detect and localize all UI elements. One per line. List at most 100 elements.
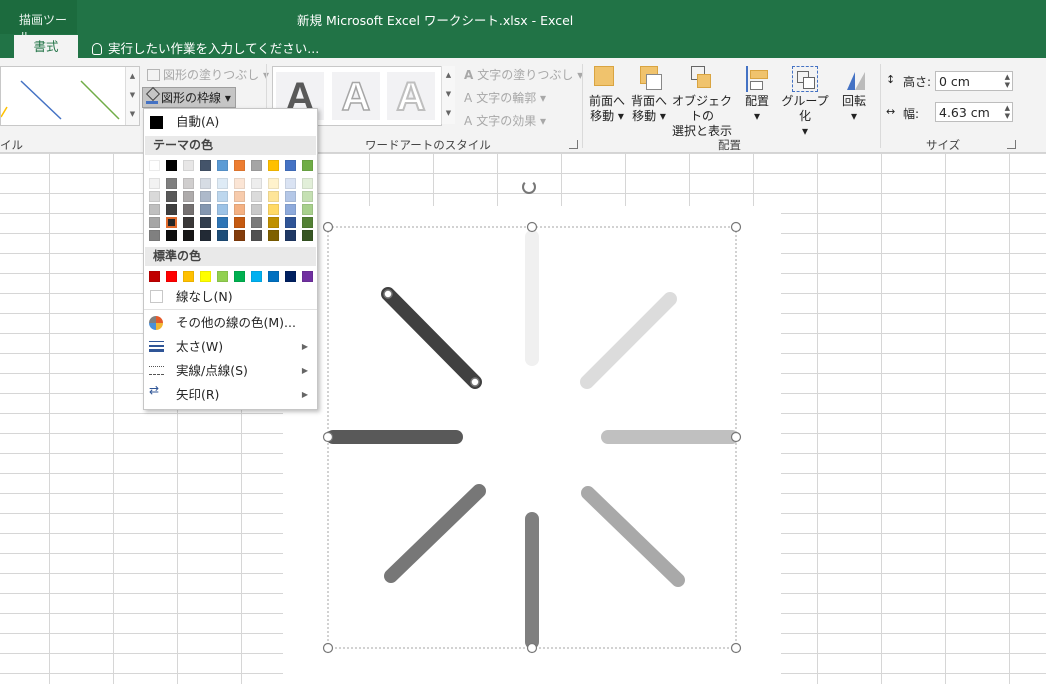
theme-shade-swatch[interactable]	[200, 178, 211, 189]
theme-shade-swatch[interactable]	[268, 191, 279, 202]
width-input[interactable]: 4.63 cm ▲ ▼	[935, 102, 1013, 122]
theme-shade-swatch[interactable]	[302, 230, 313, 241]
theme-shade-swatch[interactable]	[268, 217, 279, 228]
theme-shade-swatch[interactable]	[217, 191, 228, 202]
theme-shade-swatch[interactable]	[166, 204, 177, 215]
rotate-button[interactable]: 回転 ▾	[836, 66, 872, 124]
tab-format[interactable]: 書式	[14, 35, 78, 58]
theme-shade-swatch[interactable]	[217, 230, 228, 241]
theme-shade-swatch[interactable]	[251, 230, 262, 241]
theme-shade-swatch[interactable]	[217, 178, 228, 189]
wordart-gallery-scroll[interactable]: ▲ ▼ ▼	[441, 66, 455, 124]
theme-shade-swatch[interactable]	[183, 191, 194, 202]
theme-shade-swatch[interactable]	[285, 230, 296, 241]
theme-shade-swatch[interactable]	[149, 230, 160, 241]
standard-color-swatch[interactable]	[234, 271, 245, 282]
shape-group-area[interactable]	[283, 206, 781, 684]
spoke-bottom-left[interactable]	[384, 484, 486, 583]
theme-color-swatch[interactable]	[166, 160, 177, 171]
standard-color-swatch[interactable]	[285, 271, 296, 282]
theme-color-swatch[interactable]	[149, 160, 160, 171]
theme-color-swatch[interactable]	[302, 160, 313, 171]
shape-style-gallery[interactable]: ▲ ▼ ▼	[0, 66, 140, 126]
theme-shade-swatch[interactable]	[200, 217, 211, 228]
selection-pane-button[interactable]: オブジェクトの 選択と表示	[670, 66, 734, 139]
text-effects-button[interactable]: A 文字の効果 ▾	[464, 112, 546, 129]
theme-color-swatch[interactable]	[251, 160, 262, 171]
theme-shade-swatch[interactable]	[302, 204, 313, 215]
spoke-top-left[interactable]	[381, 287, 482, 389]
standard-color-swatch[interactable]	[166, 271, 177, 282]
theme-shade-swatch[interactable]	[166, 230, 177, 241]
theme-shade-swatch[interactable]	[234, 217, 245, 228]
size-dialog-launcher[interactable]	[1007, 140, 1016, 149]
theme-shade-swatch[interactable]	[234, 204, 245, 215]
theme-shade-swatch[interactable]	[251, 191, 262, 202]
theme-shade-swatch[interactable]	[234, 178, 245, 189]
theme-shade-swatch[interactable]	[251, 178, 262, 189]
rotate-handle-icon[interactable]	[522, 180, 536, 194]
width-spinner[interactable]: ▲ ▼	[1005, 104, 1010, 120]
theme-shade-swatch[interactable]	[183, 230, 194, 241]
send-backward-button[interactable]: 背面へ 移動 ▾	[630, 66, 668, 124]
theme-shade-swatch[interactable]	[302, 178, 313, 189]
theme-shade-swatch[interactable]	[268, 178, 279, 189]
theme-shade-swatch[interactable]	[200, 204, 211, 215]
theme-shade-swatch[interactable]	[302, 191, 313, 202]
tell-me-search[interactable]: 実行したい作業を入力してください...	[92, 38, 319, 57]
theme-shade-swatch[interactable]	[285, 178, 296, 189]
spoke-top-right[interactable]	[580, 292, 677, 389]
theme-shade-swatch[interactable]	[183, 178, 194, 189]
shape-fill-button[interactable]: 図形の塗りつぶし ▾	[147, 66, 269, 83]
theme-shade-swatch[interactable]	[165, 216, 178, 229]
theme-color-swatch[interactable]	[285, 160, 296, 171]
theme-shade-swatch[interactable]	[183, 217, 194, 228]
theme-shade-swatch[interactable]	[251, 217, 262, 228]
theme-shade-swatch[interactable]	[302, 217, 313, 228]
theme-shade-swatch[interactable]	[234, 230, 245, 241]
theme-color-swatch[interactable]	[234, 160, 245, 171]
standard-color-swatch[interactable]	[268, 271, 279, 282]
text-fill-button[interactable]: A 文字の塗りつぶし ▾	[464, 66, 583, 83]
group-button[interactable]: グループ化 ▾	[778, 66, 832, 139]
standard-color-swatch[interactable]	[200, 271, 211, 282]
gallery-scroll[interactable]: ▲ ▼ ▼	[125, 67, 139, 125]
bring-forward-button[interactable]: 前面へ 移動 ▾	[588, 66, 626, 124]
automatic-color-item[interactable]: 自動(A)	[144, 111, 317, 133]
line-endpoint-handle[interactable]	[383, 289, 393, 299]
theme-color-swatch[interactable]	[200, 160, 211, 171]
standard-color-swatch[interactable]	[183, 271, 194, 282]
shape-outline-button[interactable]: 図形の枠線 ▾	[142, 86, 236, 108]
spoke-bottom-right[interactable]	[581, 486, 685, 587]
theme-color-swatch[interactable]	[217, 160, 228, 171]
dashes-item[interactable]: 実線/点線(S) ▶	[144, 360, 317, 382]
theme-shade-swatch[interactable]	[217, 217, 228, 228]
standard-color-swatch[interactable]	[251, 271, 262, 282]
theme-shade-swatch[interactable]	[285, 217, 296, 228]
theme-shade-swatch[interactable]	[285, 191, 296, 202]
theme-shade-swatch[interactable]	[149, 204, 160, 215]
standard-color-swatch[interactable]	[217, 271, 228, 282]
theme-shade-swatch[interactable]	[200, 191, 211, 202]
theme-shade-swatch[interactable]	[234, 191, 245, 202]
arrows-item[interactable]: ⇄ 矢印(R) ▶	[144, 384, 317, 406]
weight-item[interactable]: 太さ(W) ▶	[144, 336, 317, 358]
theme-shade-swatch[interactable]	[200, 230, 211, 241]
theme-shade-swatch[interactable]	[149, 191, 160, 202]
theme-shade-swatch[interactable]	[268, 230, 279, 241]
theme-color-swatch[interactable]	[183, 160, 194, 171]
text-outline-button[interactable]: A 文字の輪郭 ▾	[464, 89, 546, 106]
theme-shade-swatch[interactable]	[217, 204, 228, 215]
wordart-style-2[interactable]: A	[332, 72, 380, 120]
theme-shade-swatch[interactable]	[149, 178, 160, 189]
line-endpoint-handle[interactable]	[470, 377, 480, 387]
no-line-item[interactable]: 線なし(N)	[144, 286, 317, 308]
wordart-dialog-launcher[interactable]	[569, 140, 578, 149]
theme-shade-swatch[interactable]	[166, 178, 177, 189]
align-button[interactable]: 配置 ▾	[740, 66, 774, 124]
theme-shade-swatch[interactable]	[166, 191, 177, 202]
height-spinner[interactable]: ▲ ▼	[1005, 73, 1010, 89]
theme-shade-swatch[interactable]	[268, 204, 279, 215]
shape-group[interactable]	[283, 206, 781, 684]
theme-shade-swatch[interactable]	[285, 204, 296, 215]
